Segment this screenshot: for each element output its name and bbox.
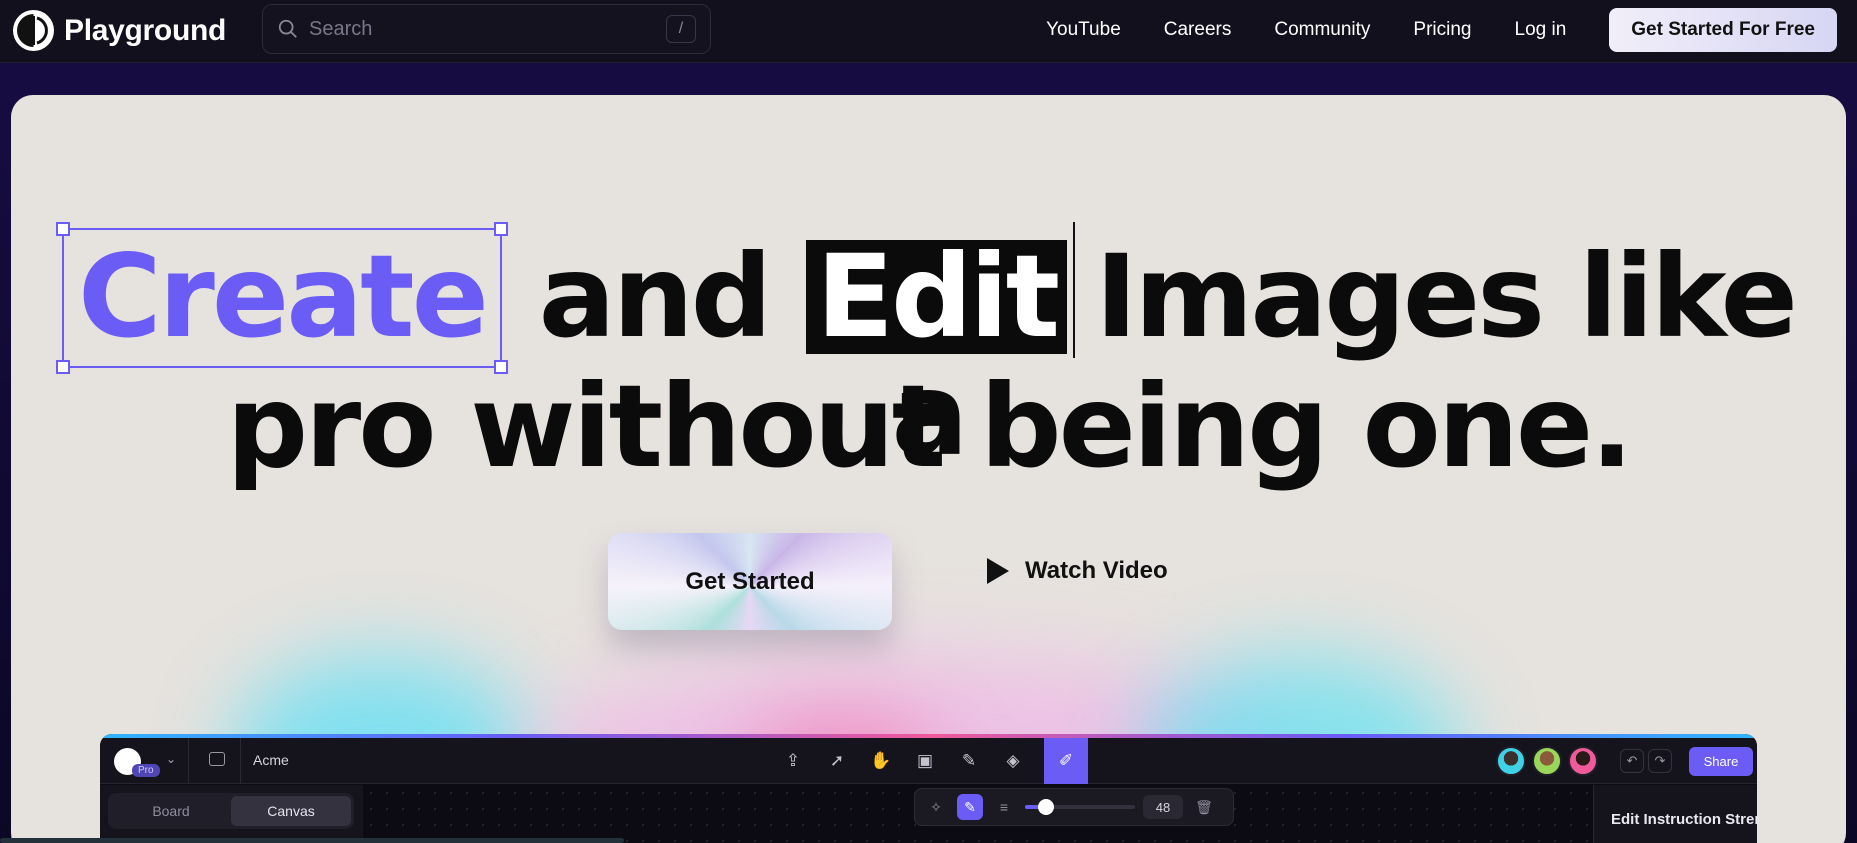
search-input[interactable] [309,17,666,41]
toolbar-divider [188,738,189,784]
undo-icon[interactable]: ↶ [1620,749,1644,773]
nav-community[interactable]: Community [1274,19,1370,41]
nav-pricing[interactable]: Pricing [1413,19,1471,41]
panel-title: Edit Instruction Strength [1611,811,1757,828]
lines-icon[interactable]: ≡ [991,794,1017,820]
nav-login[interactable]: Log in [1515,19,1567,41]
collaborator-avatars [1496,746,1598,776]
workspace-name: Acme [253,752,289,768]
text-cursor [1073,221,1076,358]
brand[interactable]: Playground [13,10,226,51]
selection-box [56,222,508,374]
get-started-free-button[interactable]: Get Started For Free [1609,8,1837,52]
app-preview: Pro ⌄ Acme ⇪ ➚ ✋ ▣ ✎ ◈ ✐ ↶ ↷ Share Board… [100,734,1757,843]
bottom-scrollbar[interactable] [0,838,624,843]
headline-word-and: and [538,230,773,363]
watch-video-label: Watch Video [1025,557,1168,584]
magic-icon[interactable]: ✧ [923,794,949,820]
redo-icon[interactable]: ↷ [1648,749,1672,773]
eraser-icon[interactable]: ◈ [1000,748,1026,774]
brush-size-slider[interactable] [1025,799,1135,815]
get-started-button[interactable]: Get Started [608,533,892,630]
undo-redo-group: ↶ ↷ [1620,749,1672,773]
headline-word-edit: Edit [806,240,1068,354]
upload-icon[interactable]: ⇪ [780,748,806,774]
search-box[interactable]: / [262,4,711,54]
brand-name: Playground [64,13,227,47]
toolbar-divider [240,738,241,784]
search-icon [278,19,297,38]
play-icon [987,558,1009,584]
edit-brush-icon[interactable]: ✐ [1044,738,1088,784]
chevron-down-icon[interactable]: ⌄ [166,752,176,766]
brush-size-value[interactable]: 48 [1143,795,1183,819]
trash-icon[interactable]: 🗑 [1191,794,1217,820]
search-shortcut-key: / [666,15,696,43]
pen-icon[interactable]: ✎ [956,748,982,774]
playground-logo-icon [13,10,54,51]
nav-youtube[interactable]: YouTube [1046,19,1121,41]
select-arrow-icon[interactable]: ➚ [824,748,850,774]
brush-toolbar: ✧ ✎ ≡ 48 🗑 [914,788,1234,826]
avatar[interactable] [1532,746,1562,776]
watch-video-button[interactable]: Watch Video [987,557,1168,585]
right-panel: Edit Instruction Strength [1593,785,1757,843]
brush-icon[interactable]: ✎ [957,794,983,820]
panel-toggle-icon[interactable] [209,752,225,766]
headline-word-create: Create [56,222,508,374]
app-toolbar: Pro ⌄ Acme ⇪ ➚ ✋ ▣ ✎ ◈ ✐ ↶ ↷ Share [100,738,1757,784]
nav-links: YouTube Careers Community Pricing Log in… [1046,8,1837,52]
nav-careers[interactable]: Careers [1164,19,1232,41]
top-navbar: Playground / YouTube Careers Community P… [0,0,1857,63]
app-sidebar: Board Canvas [100,785,363,843]
avatar[interactable] [1568,746,1598,776]
resize-handle-tl[interactable] [56,222,71,236]
pro-badge: Pro [132,764,160,777]
tool-group: ⇪ ➚ ✋ ▣ ✎ ◈ ✐ [780,738,1088,784]
slider-knob[interactable] [1038,799,1055,815]
tab-canvas[interactable]: Canvas [231,796,351,826]
resize-handle-tr[interactable] [493,222,508,236]
hero-section: Create and Edit Images like a pro without… [11,95,1846,843]
hand-icon[interactable]: ✋ [868,748,894,774]
hero-headline-line2: pro without being one. [226,360,1633,493]
view-tabs: Board Canvas [108,793,354,829]
image-add-icon[interactable]: ▣ [912,748,938,774]
share-button[interactable]: Share [1689,747,1753,776]
avatar[interactable] [1496,746,1526,776]
tab-board[interactable]: Board [111,796,231,826]
